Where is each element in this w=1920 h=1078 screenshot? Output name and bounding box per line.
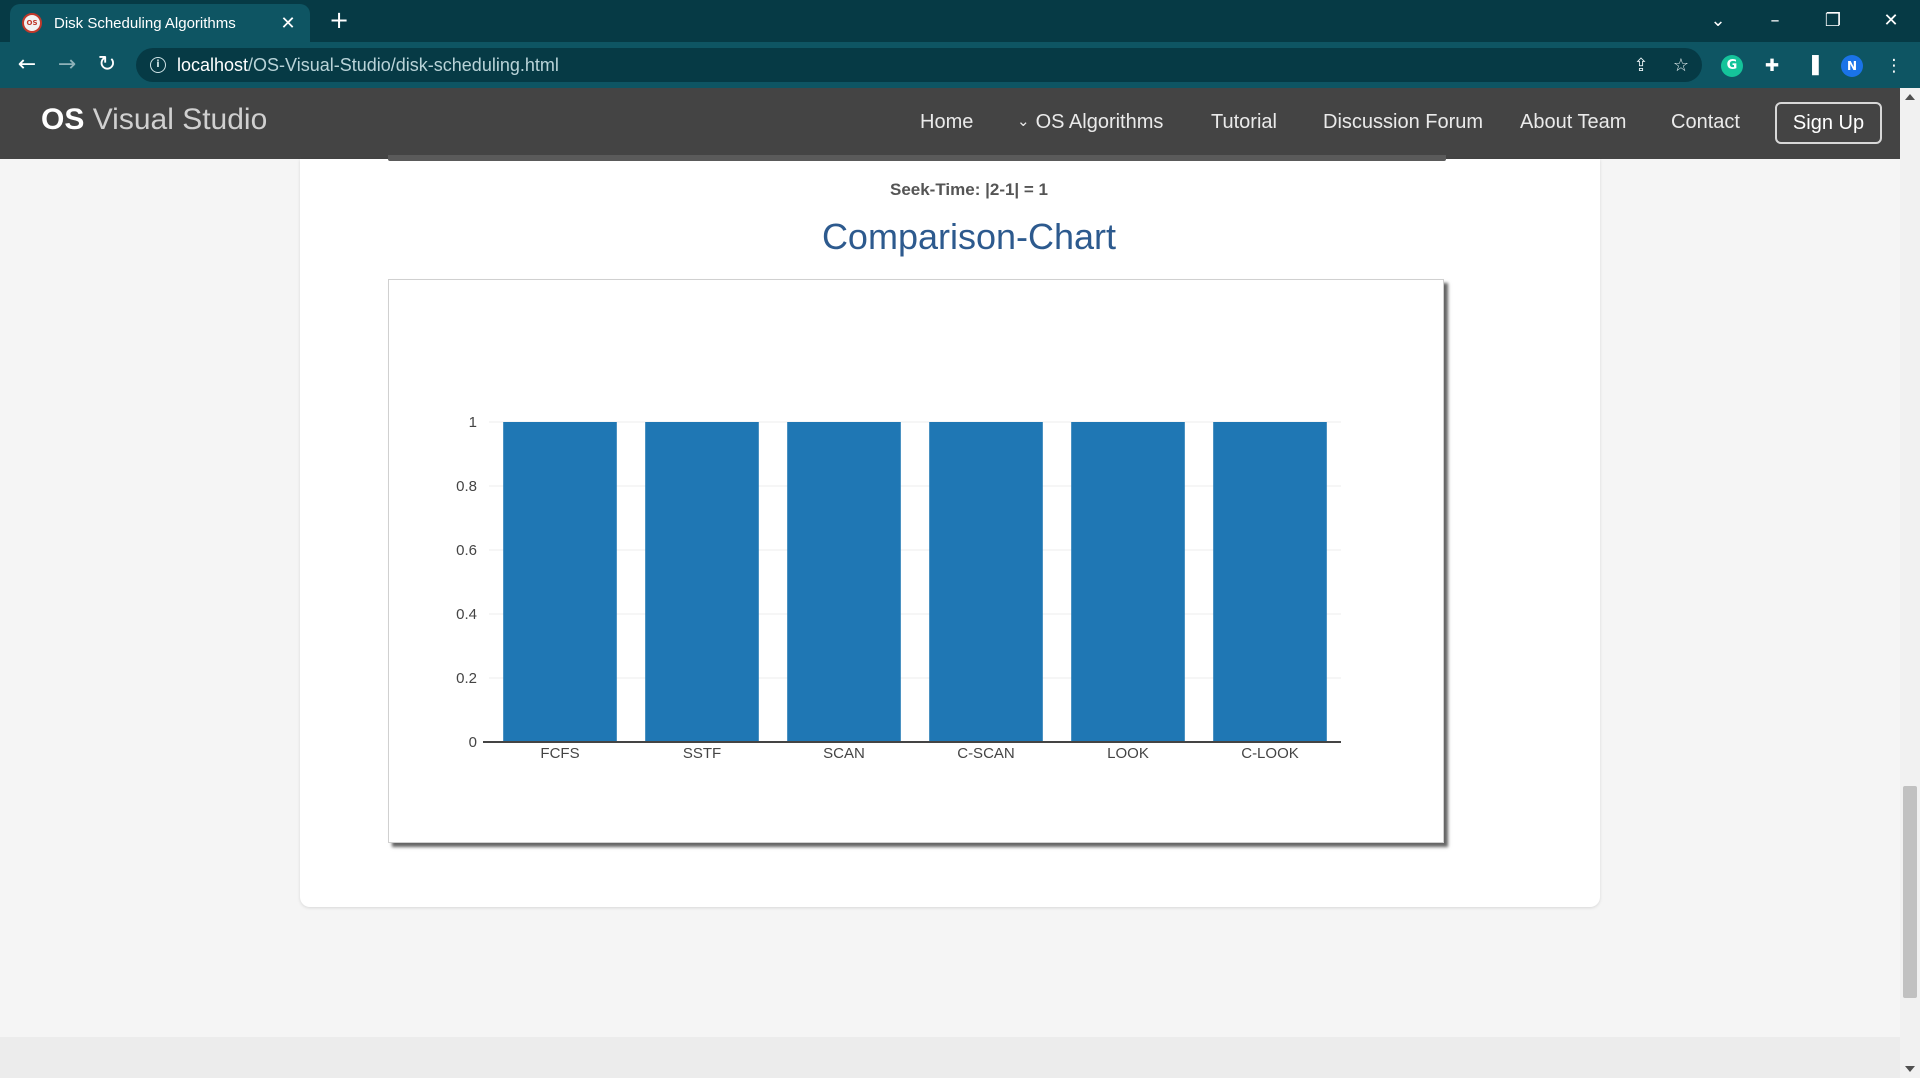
grammarly-extension-icon[interactable]: G <box>1721 55 1743 77</box>
scrollbar-thumb[interactable] <box>1903 786 1917 998</box>
chevron-down-icon: ⌄ <box>1017 113 1030 130</box>
chart-heading: Comparison-Chart <box>821 216 1117 257</box>
close-window-button[interactable]: ✕ <box>1871 6 1911 36</box>
bookmark-star-icon[interactable]: ☆ <box>1669 54 1693 78</box>
browser-tabstrip: OS Disk Scheduling Algorithms ✕ + ⌄ – ❐ … <box>0 0 1920 42</box>
x-tick-label: SSTF <box>683 745 721 762</box>
seek-time-text: Seek-Time: |2-1| = 1 <box>889 180 1049 199</box>
tab-title: Disk Scheduling Algorithms <box>54 14 236 32</box>
nav-os-algorithms-label: OS Algorithms <box>1035 111 1164 133</box>
brand-name: Visual Studio <box>84 103 268 136</box>
bar-sstf <box>645 422 759 742</box>
browser-menu-icon[interactable]: ⋮ <box>1883 55 1905 77</box>
x-tick-label: C-SCAN <box>957 745 1015 762</box>
bar-look <box>1071 422 1185 742</box>
nav-discussion-forum[interactable]: Discussion Forum <box>1323 111 1483 134</box>
nav-home[interactable]: Home <box>920 111 973 134</box>
restore-button[interactable]: ❐ <box>1813 6 1853 36</box>
page-scrollbar[interactable] <box>1900 88 1920 1078</box>
y-tick-label: 0.6 <box>456 542 477 559</box>
tab-favicon-icon: OS <box>22 13 42 33</box>
brand-os: OS <box>41 103 85 136</box>
scroll-down-arrow-icon[interactable] <box>1905 1066 1915 1072</box>
bar-c-scan <box>929 422 1043 742</box>
tab-search-chevron-icon[interactable]: ⌄ <box>1698 6 1738 36</box>
browser-toolbar: ← → ↻ i localhost/OS-Visual-Studio/disk-… <box>0 42 1920 88</box>
y-tick-label: 1 <box>469 414 477 431</box>
y-tick-label: 0 <box>469 734 477 751</box>
nav-contact[interactable]: Contact <box>1671 111 1740 134</box>
site-info-icon[interactable]: i <box>150 57 166 73</box>
y-tick-label: 0.4 <box>456 606 477 623</box>
share-icon[interactable]: ⇪ <box>1629 54 1653 78</box>
minimize-button[interactable]: – <box>1755 6 1795 36</box>
page-bottom-band <box>0 1037 1900 1078</box>
scroll-up-arrow-icon[interactable] <box>1905 94 1915 100</box>
x-tick-label: SCAN <box>823 745 865 762</box>
sign-up-button[interactable]: Sign Up <box>1775 102 1882 144</box>
chart-svg: 0 0.2 0.4 0.6 0.8 1 FCFS SSTF SCAN C-SCAN LOOK C-LO… <box>456 414 1341 762</box>
site-navbar: OS Visual Studio Home ⌄ OS Algorithms Tut… <box>0 88 1900 159</box>
side-panel-icon[interactable]: ▐ <box>1801 55 1823 77</box>
url-host: localhost <box>177 55 249 75</box>
profile-avatar[interactable]: N <box>1841 55 1863 77</box>
brand-logo[interactable]: OS Visual Studio <box>41 103 267 137</box>
bar-c-look <box>1213 422 1327 742</box>
back-arrow-icon[interactable]: ← <box>13 51 41 79</box>
x-tick-label: C-LOOK <box>1241 745 1299 762</box>
url-path: /OS-Visual-Studio/disk-scheduling.html <box>248 55 559 75</box>
bar-scan <box>787 422 901 742</box>
forward-arrow-icon[interactable]: → <box>53 51 81 79</box>
comparison-chart: 0 0.2 0.4 0.6 0.8 1 FCFS SSTF SCAN C-SCAN LOOK C-LO… <box>388 279 1444 843</box>
tab-close-icon[interactable]: ✕ <box>278 13 298 34</box>
nav-about-team[interactable]: About Team <box>1520 111 1626 134</box>
nav-tutorial[interactable]: Tutorial <box>1211 111 1277 134</box>
previous-chart-box-edge <box>388 155 1446 161</box>
reload-icon[interactable]: ↻ <box>93 51 121 79</box>
x-tick-label: FCFS <box>540 745 579 762</box>
x-tick-label: LOOK <box>1107 745 1149 762</box>
y-tick-label: 0.8 <box>456 478 477 495</box>
address-bar[interactable]: i localhost/OS-Visual-Studio/disk-schedu… <box>136 48 1702 82</box>
nav-os-algorithms[interactable]: ⌄ OS Algorithms <box>1017 111 1163 134</box>
bar-fcfs <box>503 422 617 742</box>
new-tab-button[interactable]: + <box>326 8 352 34</box>
browser-tab[interactable]: OS Disk Scheduling Algorithms ✕ <box>10 4 310 42</box>
url-text[interactable]: localhost/OS-Visual-Studio/disk-scheduli… <box>177 55 559 76</box>
extensions-puzzle-icon[interactable]: ✚ <box>1761 55 1783 77</box>
y-tick-label: 0.2 <box>456 670 477 687</box>
